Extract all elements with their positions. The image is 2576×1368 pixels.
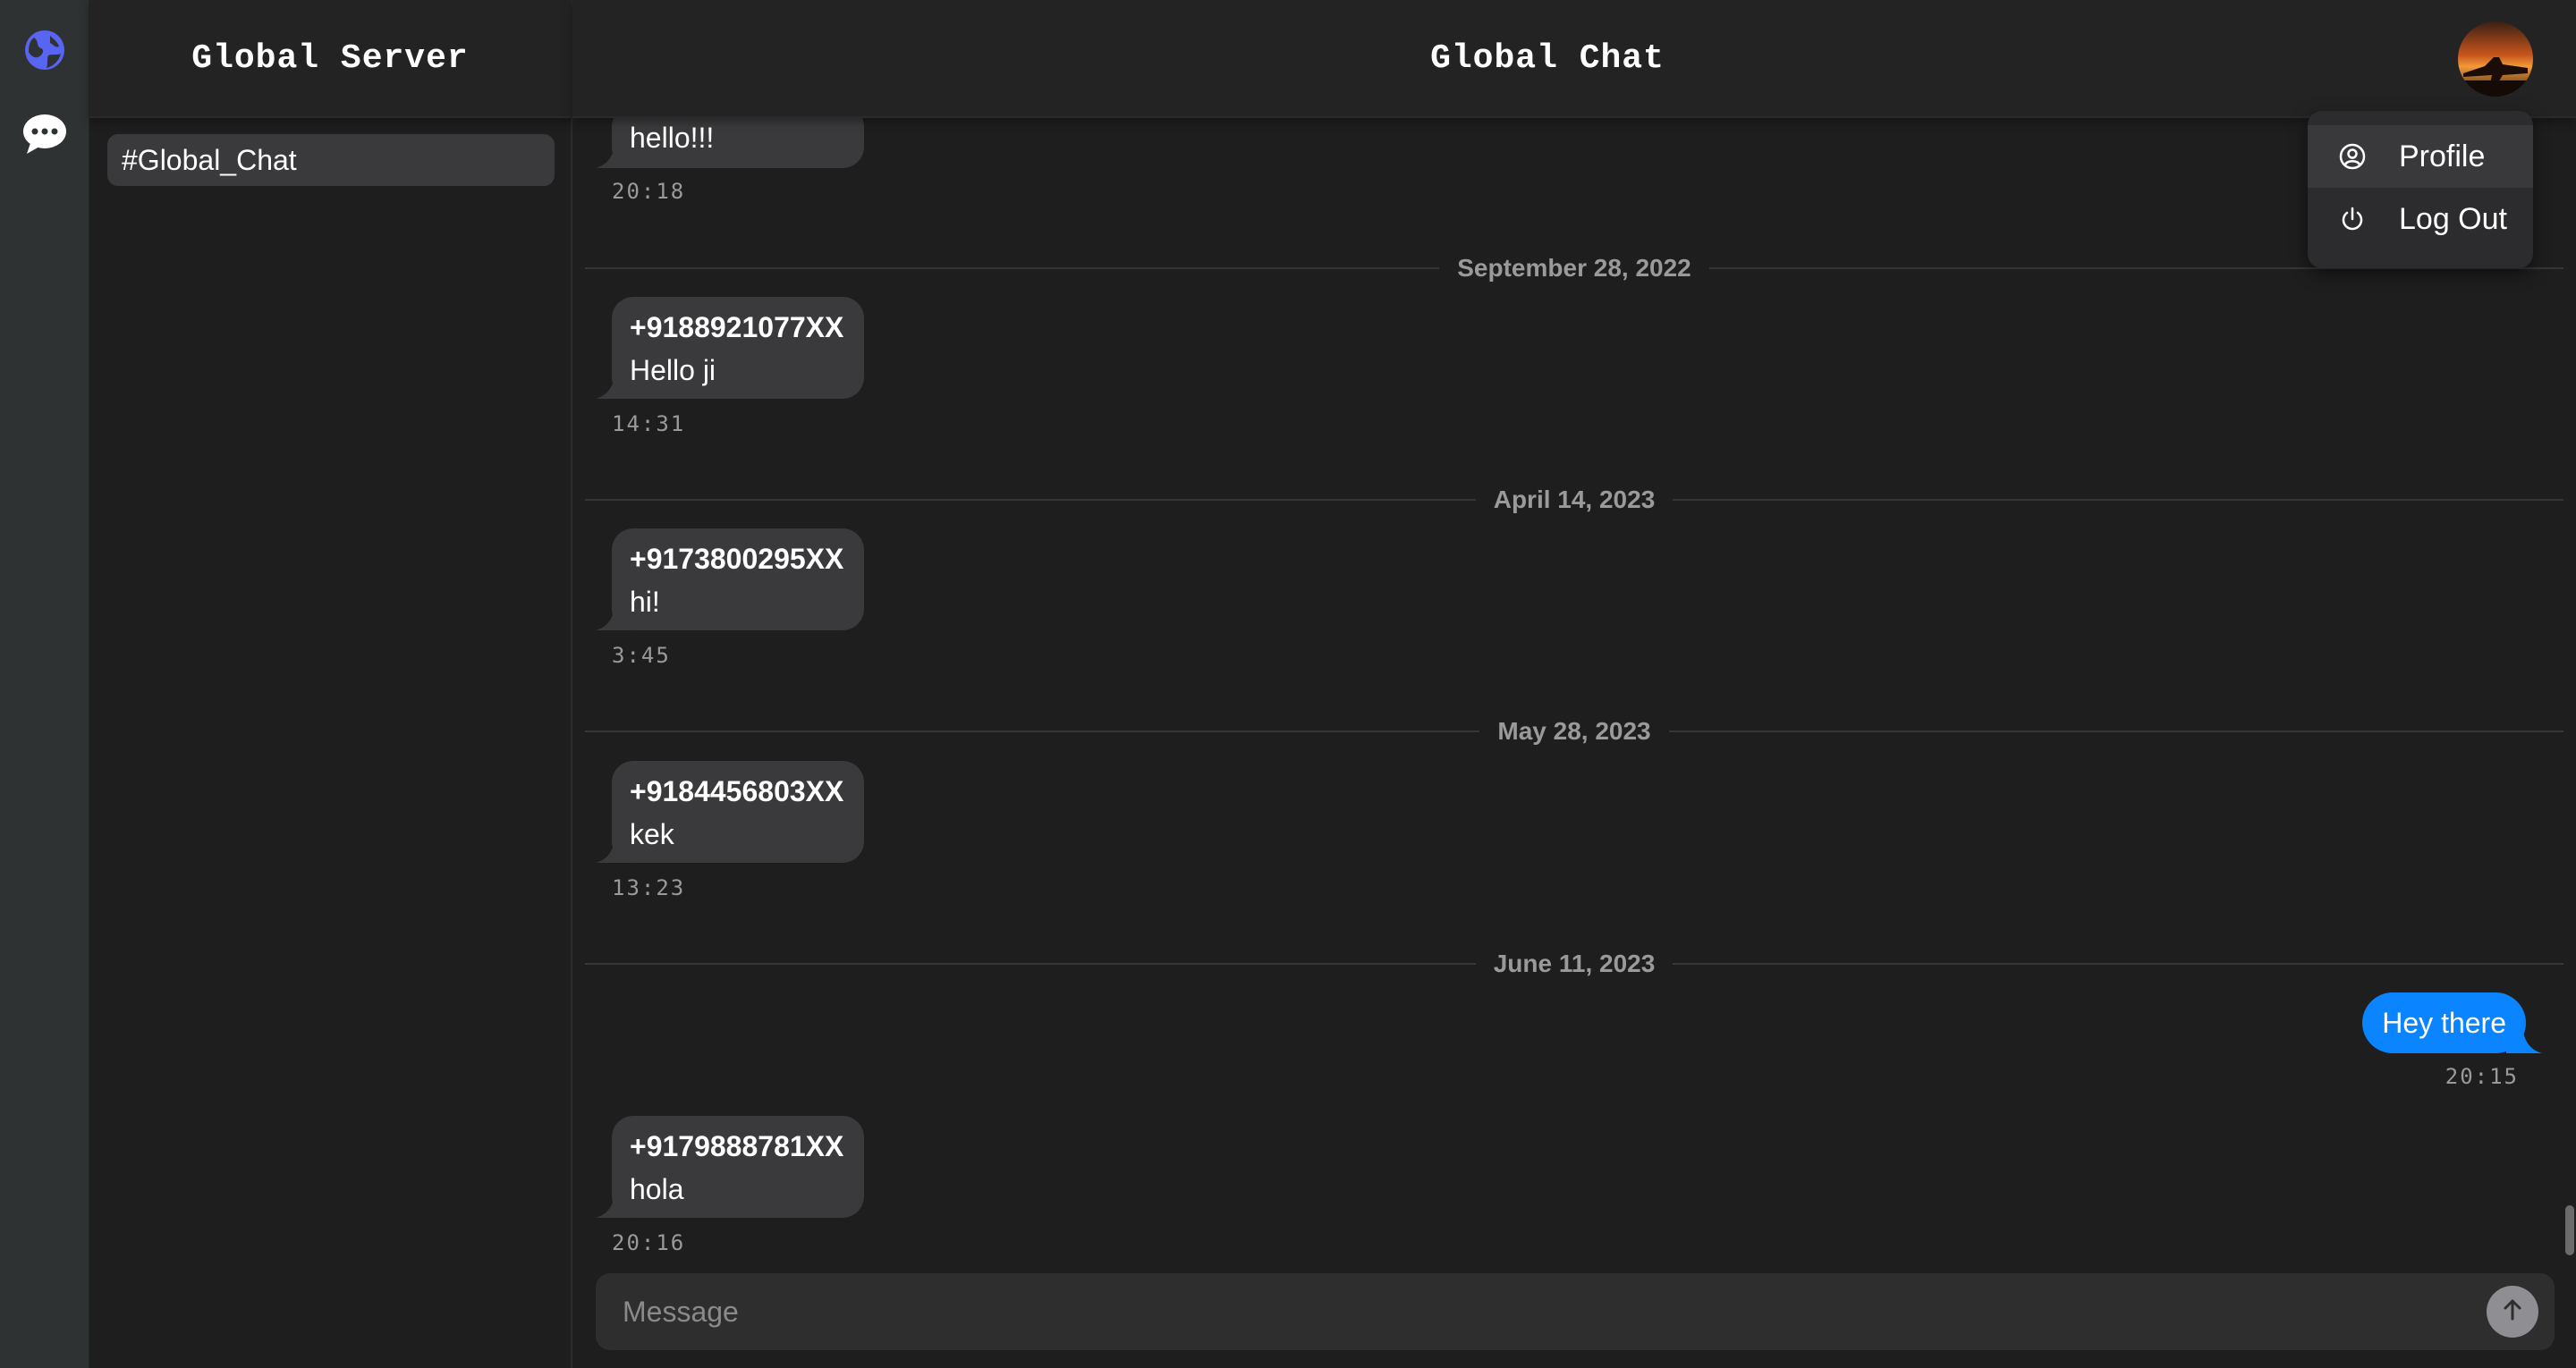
message-list[interactable]: hello!!! 20:18 September 28, 2022 +91889… bbox=[572, 0, 2576, 1368]
date-separator: April 14, 2023 bbox=[585, 482, 2563, 518]
message-text: kek bbox=[630, 818, 674, 850]
account-menu: Profile Log Out bbox=[2308, 111, 2533, 268]
message-bubble: +9184456803XX kek bbox=[596, 761, 864, 863]
message-time: 20:18 bbox=[612, 179, 686, 204]
send-button[interactable] bbox=[2487, 1286, 2538, 1338]
message-time: 20:16 bbox=[612, 1230, 686, 1255]
server-header: Global Server bbox=[89, 0, 571, 118]
message-text: Hey there bbox=[2382, 1006, 2506, 1039]
chat-button[interactable] bbox=[21, 113, 68, 159]
date-separator: September 28, 2022 bbox=[585, 250, 2563, 286]
message-sender: +9179888781XX bbox=[630, 1130, 844, 1162]
server-title: Global Server bbox=[191, 38, 469, 78]
date-label: June 11, 2023 bbox=[1493, 950, 1656, 977]
globe-icon bbox=[23, 29, 66, 76]
message-text: hola bbox=[630, 1173, 684, 1205]
menu-item-label: Profile bbox=[2399, 139, 2486, 173]
message-time: 3:45 bbox=[612, 643, 671, 668]
message-text: Hello ji bbox=[630, 354, 716, 386]
chat-bubble-icon bbox=[21, 113, 68, 160]
message-time: 20:15 bbox=[2445, 1064, 2519, 1089]
message-sender: +9173800295XX bbox=[630, 543, 844, 575]
menu-item-label: Log Out bbox=[2399, 201, 2507, 236]
message-bubble: +9188921077XX Hello ji bbox=[596, 297, 864, 399]
menu-item-profile[interactable]: Profile bbox=[2308, 125, 2533, 188]
date-separator: May 28, 2023 bbox=[585, 714, 2563, 749]
menu-item-logout[interactable]: Log Out bbox=[2308, 188, 2533, 250]
message-time: 14:31 bbox=[612, 411, 686, 436]
globe-button[interactable] bbox=[21, 29, 68, 75]
user-circle-icon bbox=[2333, 142, 2372, 171]
channel-global-chat[interactable]: #Global_Chat bbox=[107, 134, 555, 186]
arrow-up-icon bbox=[2499, 1296, 2526, 1328]
date-label: May 28, 2023 bbox=[1497, 717, 1651, 745]
own-message-bubble: Hey there bbox=[2362, 992, 2542, 1053]
message-input[interactable] bbox=[596, 1276, 2487, 1347]
scrollbar[interactable] bbox=[2565, 1205, 2574, 1255]
message-text: hi! bbox=[630, 586, 660, 618]
message-sender: +9184456803XX bbox=[630, 775, 844, 807]
server-sidebar: Global Server #Global_Chat bbox=[89, 0, 572, 1368]
app-rail bbox=[0, 0, 89, 1368]
chat-title: Global Chat bbox=[1430, 38, 1665, 78]
date-label: April 14, 2023 bbox=[1493, 486, 1656, 513]
power-icon bbox=[2333, 205, 2372, 233]
message-time: 13:23 bbox=[612, 875, 686, 900]
date-label: September 28, 2022 bbox=[1457, 254, 1691, 282]
message-sender: +9188921077XX bbox=[630, 311, 844, 343]
date-separator: June 11, 2023 bbox=[585, 946, 2564, 982]
message-bubble: +9179888781XX hola bbox=[596, 1116, 864, 1218]
message-composer bbox=[596, 1273, 2555, 1350]
message-bubble: +9173800295XX hi! bbox=[596, 528, 864, 630]
message-text: hello!!! bbox=[630, 122, 715, 154]
chat-header: Global Chat bbox=[572, 0, 2576, 118]
avatar[interactable] bbox=[2458, 21, 2533, 97]
chat-panel: Global Chat hello!!! 20:18 September 28,… bbox=[572, 0, 2576, 1368]
